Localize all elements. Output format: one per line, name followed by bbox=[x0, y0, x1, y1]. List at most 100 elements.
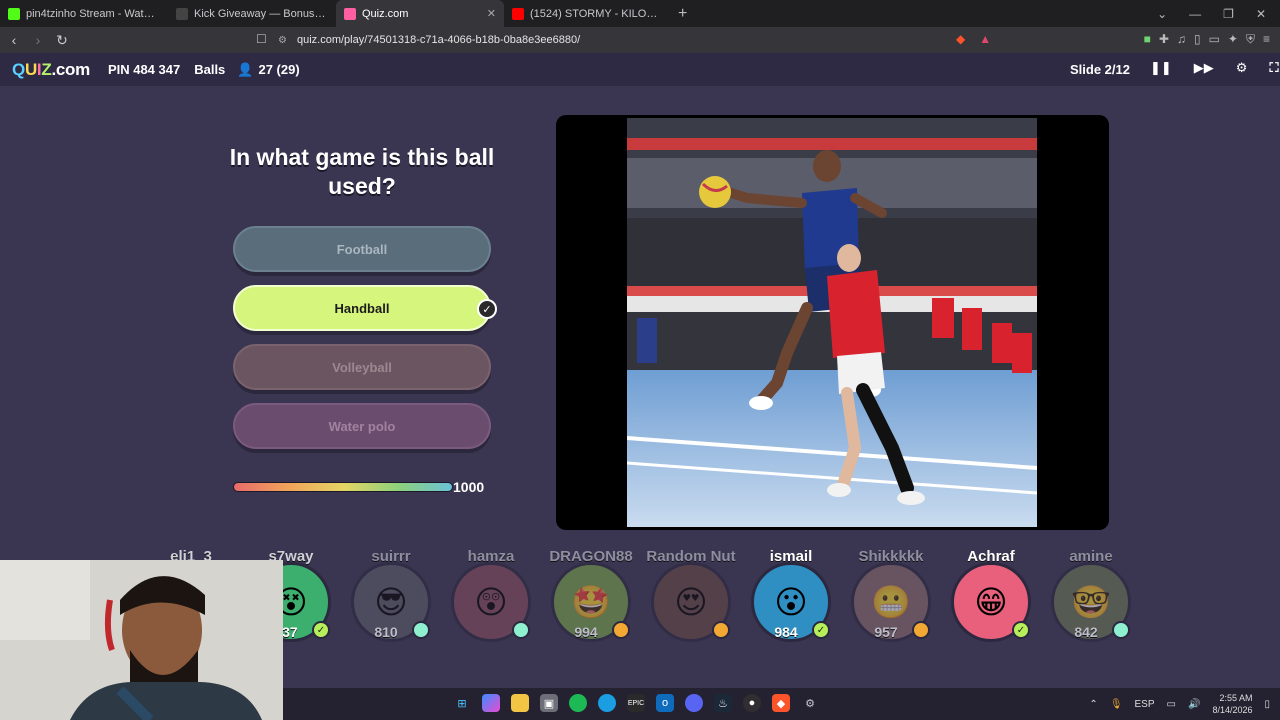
close-window-icon[interactable]: ✕ bbox=[1256, 7, 1266, 21]
status-dot-icon bbox=[612, 621, 630, 639]
brave-rewards-icon[interactable]: ▲ bbox=[979, 32, 991, 46]
restore-icon[interactable]: ❐ bbox=[1223, 7, 1234, 21]
extensions-toolbar: ■ ✚ ♫ ▯ ▭ ✦ ⛨ ≡ bbox=[1144, 32, 1270, 47]
music-icon[interactable]: ♫ bbox=[1177, 32, 1186, 47]
language-indicator[interactable]: ESP bbox=[1135, 699, 1155, 710]
edge-icon[interactable] bbox=[598, 694, 616, 712]
tab-title: Kick Giveaway — Bonus Tracker | Bon bbox=[194, 7, 328, 20]
url-text: quiz.com/play/74501318-c71a-4066-b18b-0b… bbox=[296, 34, 581, 46]
discord-icon[interactable] bbox=[685, 694, 703, 712]
network-icon[interactable]: ▭ bbox=[1167, 699, 1176, 710]
menu-icon[interactable]: ≡ bbox=[1263, 32, 1270, 47]
tab-search-icon[interactable]: ⌄ bbox=[1157, 7, 1167, 21]
system-tray: ⌃ 🎙 ESP ▭ 🔊 2:55 AM 8/14/2026 ▯ bbox=[1089, 692, 1270, 716]
answer-option[interactable]: Volleyball bbox=[233, 344, 491, 390]
sidebar-icon[interactable]: ▯ bbox=[1194, 32, 1201, 47]
tab-title: (1524) STORMY - KILOWAT (VISU bbox=[530, 7, 664, 20]
quiz-header: Q U I Z .com PIN 484 347 Balls 👤 27 (29) Sli… bbox=[0, 53, 1280, 86]
forward-icon[interactable]: › bbox=[28, 32, 48, 48]
copilot-icon[interactable] bbox=[482, 694, 500, 712]
os-taskbar: ⊞ ▣ EPIC o ♨ ● ◆ ⚙ ⌃ 🎙 ESP ▭ 🔊 2:55 AM 8… bbox=[283, 688, 1280, 720]
quiz-topic: Balls bbox=[194, 62, 226, 77]
player-card: Random Nut 😍 bbox=[646, 548, 736, 643]
answer-label: Water polo bbox=[328, 418, 396, 434]
notification-icon[interactable]: ▯ bbox=[1264, 699, 1270, 710]
address-bar: ‹ › ↻ ☐ ⚙ quiz.com/play/74501318-c71a-40… bbox=[0, 27, 1280, 53]
pause-icon[interactable]: ❚❚ bbox=[1150, 60, 1172, 76]
logo-letter: Z bbox=[41, 59, 52, 79]
steam-icon[interactable]: ♨ bbox=[714, 694, 732, 712]
extension-icon[interactable]: ■ bbox=[1144, 32, 1151, 47]
check-badge-icon: ✓ bbox=[812, 621, 830, 639]
person-icon: 👤 bbox=[237, 61, 254, 77]
status-dot-icon bbox=[712, 621, 730, 639]
status-dot-icon bbox=[412, 621, 430, 639]
settings-app-icon[interactable]: ⚙ bbox=[801, 694, 819, 712]
player-count-text: 27 (29) bbox=[258, 62, 300, 77]
fullscreen-icon[interactable]: ⛶ bbox=[1269, 60, 1278, 76]
answer-label: Football bbox=[336, 241, 388, 257]
puzzle-icon[interactable]: ✚ bbox=[1159, 32, 1169, 47]
new-tab-icon[interactable]: + bbox=[678, 5, 687, 23]
player-card: ismail 😮 984 ✓ bbox=[746, 548, 836, 643]
reload-icon[interactable]: ↻ bbox=[52, 32, 72, 49]
browser-tab[interactable]: pin4tzinho Stream - Watch Live on Ki bbox=[0, 0, 168, 27]
brave-icon[interactable]: ◆ bbox=[772, 694, 790, 712]
minimize-icon[interactable]: — bbox=[1189, 7, 1201, 21]
player-card: suirrr 😎 810 bbox=[346, 548, 436, 643]
answer-option[interactable]: Football bbox=[233, 226, 491, 272]
leo-icon[interactable]: ✦ bbox=[1228, 32, 1238, 47]
clock-date: 8/14/2026 bbox=[1212, 705, 1253, 715]
quiz-logo[interactable]: Q U I Z .com bbox=[12, 60, 90, 80]
browser-tab-strip: pin4tzinho Stream - Watch Live on Ki Kic… bbox=[0, 0, 1280, 27]
bookmark-icon[interactable]: ☐ bbox=[256, 32, 267, 46]
handball-photo-illustration bbox=[627, 118, 1037, 527]
logo-letter: Q bbox=[12, 59, 25, 79]
epic-games-icon[interactable]: EPIC bbox=[627, 694, 645, 712]
settings-icon[interactable]: ⚙ bbox=[1236, 60, 1248, 76]
kick-icon bbox=[8, 7, 20, 20]
tab-title: Quiz.com bbox=[362, 7, 409, 20]
logo-suffix: .com bbox=[51, 59, 90, 79]
skip-icon[interactable]: ▶▶ bbox=[1194, 60, 1214, 76]
points-timer-bar bbox=[233, 482, 453, 492]
checkmark-icon: ✓ bbox=[477, 299, 497, 319]
outlook-icon[interactable]: o bbox=[656, 694, 674, 712]
wallet-icon[interactable]: ▭ bbox=[1209, 32, 1220, 47]
slide-counter: Slide 2/12 bbox=[1070, 62, 1130, 77]
brave-shield-icon[interactable]: ◆ bbox=[956, 32, 965, 46]
close-tab-icon[interactable]: ✕ bbox=[487, 7, 496, 20]
site-info-icon[interactable]: ⚙ bbox=[278, 35, 287, 46]
points-value: 1000 bbox=[453, 479, 485, 495]
url-field[interactable]: ⚙ quiz.com/play/74501318-c71a-4066-b18b-… bbox=[278, 30, 948, 50]
player-count: 👤 27 (29) bbox=[237, 62, 299, 78]
webcam-overlay bbox=[0, 560, 283, 720]
question-text: In what game is this ball used? bbox=[229, 144, 495, 199]
spotify-icon[interactable] bbox=[569, 694, 587, 712]
obs-icon[interactable]: ● bbox=[743, 694, 761, 712]
browser-tab[interactable]: (1524) STORMY - KILOWAT (VISU bbox=[504, 0, 672, 27]
brave-shields: ◆ ▲ bbox=[956, 32, 991, 46]
volume-icon[interactable]: 🔊 bbox=[1188, 699, 1200, 710]
status-dot-icon bbox=[1112, 621, 1130, 639]
browser-tab[interactable]: Kick Giveaway — Bonus Tracker | Bon bbox=[168, 0, 336, 27]
back-icon[interactable]: ‹ bbox=[4, 32, 24, 48]
answer-option-correct[interactable]: Handball ✓ bbox=[233, 285, 497, 331]
store-icon[interactable]: ▣ bbox=[540, 694, 558, 712]
youtube-icon bbox=[512, 7, 524, 20]
game-pin: PIN 484 347 bbox=[107, 62, 181, 77]
browser-tab-active[interactable]: Quiz.com ✕ bbox=[336, 0, 504, 27]
microphone-icon[interactable]: 🎙 bbox=[1110, 699, 1123, 710]
clock-time: 2:55 AM bbox=[1219, 693, 1253, 703]
file-explorer-icon[interactable] bbox=[511, 694, 529, 712]
status-dot-icon bbox=[912, 621, 930, 639]
windows-start-icon[interactable]: ⊞ bbox=[453, 694, 471, 712]
streamer-webcam-illustration bbox=[0, 560, 283, 720]
player-card: Shikkkkk 😬 957 bbox=[846, 548, 936, 643]
window-controls: ⌄ — ❐ ✕ bbox=[1157, 7, 1280, 21]
answer-option[interactable]: Water polo bbox=[233, 403, 491, 449]
player-card: amine 🤓 842 bbox=[1046, 548, 1136, 643]
vpn-icon[interactable]: ⛨ bbox=[1246, 32, 1255, 47]
chevron-up-icon[interactable]: ⌃ bbox=[1089, 699, 1097, 710]
clock[interactable]: 2:55 AM 8/14/2026 bbox=[1212, 692, 1252, 716]
